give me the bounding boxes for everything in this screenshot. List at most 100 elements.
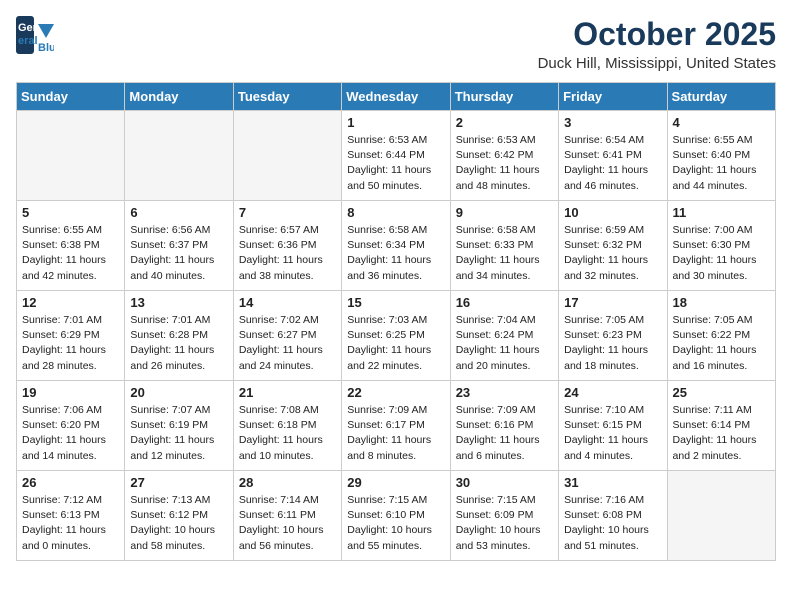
day-detail: Sunrise: 7:15 AMSunset: 6:10 PMDaylight:… (347, 493, 444, 554)
day-number: 19 (22, 385, 119, 400)
day-number: 4 (673, 115, 770, 130)
day-detail: Sunrise: 7:07 AMSunset: 6:19 PMDaylight:… (130, 403, 227, 464)
weekday-header: Friday (559, 83, 667, 111)
svg-text:Gen: Gen (18, 22, 40, 34)
calendar-week-row: 5 Sunrise: 6:55 AMSunset: 6:38 PMDaylight… (17, 201, 776, 291)
calendar-week-row: 19 Sunrise: 7:06 AMSunset: 6:20 PMDayligh… (17, 381, 776, 471)
day-detail: Sunrise: 7:09 AMSunset: 6:17 PMDaylight:… (347, 403, 444, 464)
day-number: 3 (564, 115, 661, 130)
calendar-cell: 12 Sunrise: 7:01 AMSunset: 6:29 PMDayligh… (17, 291, 125, 381)
day-number: 9 (456, 205, 553, 220)
calendar-cell: 22 Sunrise: 7:09 AMSunset: 6:17 PMDayligh… (342, 381, 450, 471)
day-detail: Sunrise: 7:06 AMSunset: 6:20 PMDaylight:… (22, 403, 119, 464)
day-detail: Sunrise: 6:55 AMSunset: 6:38 PMDaylight:… (22, 223, 119, 284)
day-number: 7 (239, 205, 336, 220)
day-detail: Sunrise: 7:14 AMSunset: 6:11 PMDaylight:… (239, 493, 336, 554)
calendar-cell: 18Sunrise: 7:05 AMSunset: 6:22 PMDayligh… (667, 291, 775, 381)
day-detail: Sunrise: 6:58 AMSunset: 6:34 PMDaylight:… (347, 223, 444, 284)
day-number: 21 (239, 385, 336, 400)
day-number: 6 (130, 205, 227, 220)
day-number: 22 (347, 385, 444, 400)
day-number: 17 (564, 295, 661, 310)
day-detail: Sunrise: 7:16 AMSunset: 6:08 PMDaylight:… (564, 493, 661, 554)
day-detail: Sunrise: 7:05 AMSunset: 6:22 PMDaylight:… (673, 313, 770, 374)
day-number: 30 (456, 475, 553, 490)
svg-text:Blue: Blue (38, 42, 54, 54)
day-detail: Sunrise: 6:57 AMSunset: 6:36 PMDaylight:… (239, 223, 336, 284)
day-number: 26 (22, 475, 119, 490)
weekday-header: Sunday (17, 83, 125, 111)
svg-text:eral: eral (18, 35, 38, 47)
calendar-cell: 31 Sunrise: 7:16 AMSunset: 6:08 PMDayligh… (559, 471, 667, 561)
day-number: 10 (564, 205, 661, 220)
calendar-cell: 9 Sunrise: 6:58 AMSunset: 6:33 PMDaylight… (450, 201, 558, 291)
day-number: 5 (22, 205, 119, 220)
weekday-header: Thursday (450, 83, 558, 111)
calendar-cell: 28 Sunrise: 7:14 AMSunset: 6:11 PMDayligh… (233, 471, 341, 561)
calendar-cell: 26Sunrise: 7:12 AMSunset: 6:13 PMDayligh… (17, 471, 125, 561)
calendar-cell: 16Sunrise: 7:04 AMSunset: 6:24 PMDayligh… (450, 291, 558, 381)
day-detail: Sunrise: 6:54 AMSunset: 6:41 PMDaylight:… (564, 133, 661, 194)
calendar-cell: 27 Sunrise: 7:13 AMSunset: 6:12 PMDayligh… (125, 471, 233, 561)
day-number: 12 (22, 295, 119, 310)
month-title: October 2025 (538, 16, 776, 53)
day-number: 24 (564, 385, 661, 400)
calendar-cell: 5 Sunrise: 6:55 AMSunset: 6:38 PMDaylight… (17, 201, 125, 291)
calendar-cell: 8 Sunrise: 6:58 AMSunset: 6:34 PMDaylight… (342, 201, 450, 291)
day-detail: Sunrise: 7:01 AMSunset: 6:29 PMDaylight:… (22, 313, 119, 374)
day-detail: Sunrise: 7:00 AMSunset: 6:30 PMDaylight:… (673, 223, 770, 284)
calendar-cell: 14 Sunrise: 7:02 AMSunset: 6:27 PMDayligh… (233, 291, 341, 381)
day-detail: Sunrise: 6:55 AMSunset: 6:40 PMDaylight:… (673, 133, 770, 194)
weekday-header: Saturday (667, 83, 775, 111)
calendar-cell: 30Sunrise: 7:15 AMSunset: 6:09 PMDayligh… (450, 471, 558, 561)
weekday-header: Wednesday (342, 83, 450, 111)
weekday-header: Tuesday (233, 83, 341, 111)
calendar-cell (667, 471, 775, 561)
day-detail: Sunrise: 7:13 AMSunset: 6:12 PMDaylight:… (130, 493, 227, 554)
day-number: 2 (456, 115, 553, 130)
day-number: 13 (130, 295, 227, 310)
calendar-table: SundayMondayTuesdayWednesdayThursdayFrid… (16, 82, 776, 561)
location-title: Duck Hill, Mississippi, United States (538, 55, 776, 72)
day-detail: Sunrise: 6:56 AMSunset: 6:37 PMDaylight:… (130, 223, 227, 284)
day-detail: Sunrise: 7:02 AMSunset: 6:27 PMDaylight:… (239, 313, 336, 374)
day-number: 20 (130, 385, 227, 400)
day-detail: Sunrise: 6:53 AMSunset: 6:42 PMDaylight:… (456, 133, 553, 194)
calendar-cell: 10 Sunrise: 6:59 AMSunset: 6:32 PMDayligh… (559, 201, 667, 291)
day-detail: Sunrise: 7:03 AMSunset: 6:25 PMDaylight:… (347, 313, 444, 374)
calendar-cell: 11 Sunrise: 7:00 AMSunset: 6:30 PMDayligh… (667, 201, 775, 291)
calendar-cell: 17 Sunrise: 7:05 AMSunset: 6:23 PMDayligh… (559, 291, 667, 381)
day-number: 27 (130, 475, 227, 490)
weekday-header: Monday (125, 83, 233, 111)
title-block: October 2025 Duck Hill, Mississippi, Uni… (538, 16, 776, 72)
logo: Gen eral Blue (16, 16, 54, 54)
day-number: 14 (239, 295, 336, 310)
day-detail: Sunrise: 7:11 AMSunset: 6:14 PMDaylight:… (673, 403, 770, 464)
calendar-cell: 29 Sunrise: 7:15 AMSunset: 6:10 PMDayligh… (342, 471, 450, 561)
logo-icon: Gen eral Blue (16, 16, 54, 54)
day-number: 8 (347, 205, 444, 220)
day-number: 25 (673, 385, 770, 400)
day-number: 29 (347, 475, 444, 490)
calendar-cell: 7 Sunrise: 6:57 AMSunset: 6:36 PMDaylight… (233, 201, 341, 291)
day-detail: Sunrise: 7:09 AMSunset: 6:16 PMDaylight:… (456, 403, 553, 464)
day-detail: Sunrise: 7:04 AMSunset: 6:24 PMDaylight:… (456, 313, 553, 374)
day-detail: Sunrise: 7:01 AMSunset: 6:28 PMDaylight:… (130, 313, 227, 374)
calendar-cell: 4 Sunrise: 6:55 AMSunset: 6:40 PMDaylight… (667, 111, 775, 201)
day-detail: Sunrise: 7:05 AMSunset: 6:23 PMDaylight:… (564, 313, 661, 374)
page-header: Gen eral Blue October 2025 Duck Hill, Mi… (16, 16, 776, 72)
calendar-cell: 23Sunrise: 7:09 AMSunset: 6:16 PMDayligh… (450, 381, 558, 471)
day-detail: Sunrise: 7:08 AMSunset: 6:18 PMDaylight:… (239, 403, 336, 464)
day-detail: Sunrise: 6:58 AMSunset: 6:33 PMDaylight:… (456, 223, 553, 284)
calendar-cell (125, 111, 233, 201)
weekday-header-row: SundayMondayTuesdayWednesdayThursdayFrid… (17, 83, 776, 111)
day-number: 1 (347, 115, 444, 130)
calendar-cell: 25 Sunrise: 7:11 AMSunset: 6:14 PMDayligh… (667, 381, 775, 471)
calendar-week-row: 1Sunrise: 6:53 AMSunset: 6:44 PMDaylight… (17, 111, 776, 201)
day-number: 31 (564, 475, 661, 490)
calendar-cell: 21 Sunrise: 7:08 AMSunset: 6:18 PMDayligh… (233, 381, 341, 471)
day-detail: Sunrise: 6:59 AMSunset: 6:32 PMDaylight:… (564, 223, 661, 284)
day-number: 28 (239, 475, 336, 490)
calendar-cell: 15Sunrise: 7:03 AMSunset: 6:25 PMDayligh… (342, 291, 450, 381)
day-number: 11 (673, 205, 770, 220)
